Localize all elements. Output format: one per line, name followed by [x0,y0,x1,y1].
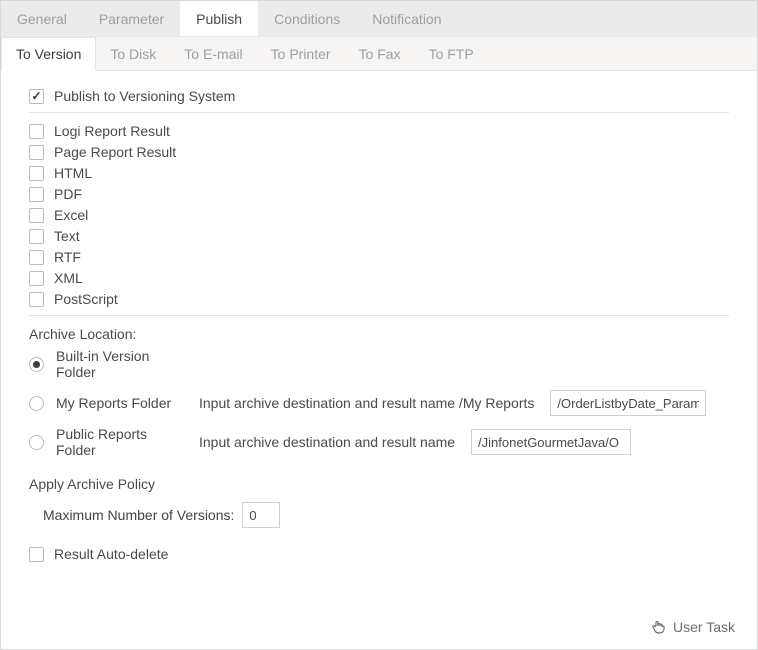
format-page-label: Page Report Result [54,144,176,160]
auto-delete-row: Result Auto-delete [29,546,729,562]
format-text-row: Text [29,228,729,244]
divider [29,315,729,316]
format-logi-checkbox[interactable] [29,124,44,139]
tab-to-email[interactable]: To E-mail [170,37,256,70]
auto-delete-label: Result Auto-delete [54,546,168,562]
divider [29,112,729,113]
tab-to-fax[interactable]: To Fax [345,37,415,70]
archive-builtin-radio[interactable] [29,357,44,372]
max-versions-row: Maximum Number of Versions: [29,502,729,528]
format-html-label: HTML [54,165,92,181]
format-pdf-label: PDF [54,186,82,202]
format-excel-label: Excel [54,207,88,223]
format-postscript-row: PostScript [29,291,729,307]
format-pdf-row: PDF [29,186,729,202]
archive-myreports-hint: Input archive destination and result nam… [199,395,534,411]
format-excel-checkbox[interactable] [29,208,44,223]
format-rtf-label: RTF [54,249,81,265]
tab-conditions[interactable]: Conditions [258,1,356,36]
user-task-label: User Task [673,619,735,635]
tab-notification[interactable]: Notification [356,1,457,36]
archive-policy-title: Apply Archive Policy [29,476,729,492]
tab-to-ftp[interactable]: To FTP [415,37,488,70]
format-list: Logi Report Result Page Report Result HT… [29,123,729,307]
auto-delete-checkbox[interactable] [29,547,44,562]
format-postscript-label: PostScript [54,291,118,307]
format-pdf-checkbox[interactable] [29,187,44,202]
archive-public-label: Public Reports Folder [56,426,189,458]
archive-public-row: Public Reports Folder Input archive dest… [29,426,729,458]
tab-to-version[interactable]: To Version [1,37,96,71]
publish-panel: General Parameter Publish Conditions Not… [0,0,758,650]
tab-to-disk[interactable]: To Disk [96,37,170,70]
max-versions-input[interactable] [242,502,280,528]
format-rtf-row: RTF [29,249,729,265]
archive-public-radio[interactable] [29,435,44,450]
tab-to-printer[interactable]: To Printer [257,37,345,70]
user-task-link[interactable]: User Task [651,619,735,635]
format-text-checkbox[interactable] [29,229,44,244]
archive-myreports-radio[interactable] [29,396,44,411]
tab-general[interactable]: General [1,1,83,36]
archive-public-input[interactable] [471,429,631,455]
archive-builtin-label: Built-in Version Folder [56,348,189,380]
archive-policy-section: Apply Archive Policy Maximum Number of V… [29,476,729,528]
format-postscript-checkbox[interactable] [29,292,44,307]
archive-builtin-row: Built-in Version Folder [29,348,729,380]
format-xml-label: XML [54,270,83,286]
format-logi-label: Logi Report Result [54,123,170,139]
format-excel-row: Excel [29,207,729,223]
max-versions-label: Maximum Number of Versions: [43,507,234,523]
format-page-checkbox[interactable] [29,145,44,160]
publish-to-versioning-row: Publish to Versioning System [29,88,729,104]
publish-to-versioning-label: Publish to Versioning System [54,88,235,104]
publish-to-versioning-checkbox[interactable] [29,89,44,104]
archive-public-hint: Input archive destination and result nam… [199,434,455,450]
archive-location-title: Archive Location: [29,326,729,342]
format-text-label: Text [54,228,80,244]
archive-myreports-label: My Reports Folder [56,395,171,411]
tab-publish[interactable]: Publish [180,1,258,36]
content-area: Publish to Versioning System Logi Report… [1,71,757,577]
format-html-checkbox[interactable] [29,166,44,181]
format-page-row: Page Report Result [29,144,729,160]
format-xml-checkbox[interactable] [29,271,44,286]
format-xml-row: XML [29,270,729,286]
archive-myreports-input[interactable] [550,390,706,416]
archive-myreports-row: My Reports Folder Input archive destinat… [29,390,729,416]
format-logi-row: Logi Report Result [29,123,729,139]
sub-tabs: To Version To Disk To E-mail To Printer … [1,37,757,71]
hand-pointer-icon [651,619,667,635]
primary-tabs: General Parameter Publish Conditions Not… [1,1,757,37]
format-rtf-checkbox[interactable] [29,250,44,265]
tab-parameter[interactable]: Parameter [83,1,180,36]
format-html-row: HTML [29,165,729,181]
